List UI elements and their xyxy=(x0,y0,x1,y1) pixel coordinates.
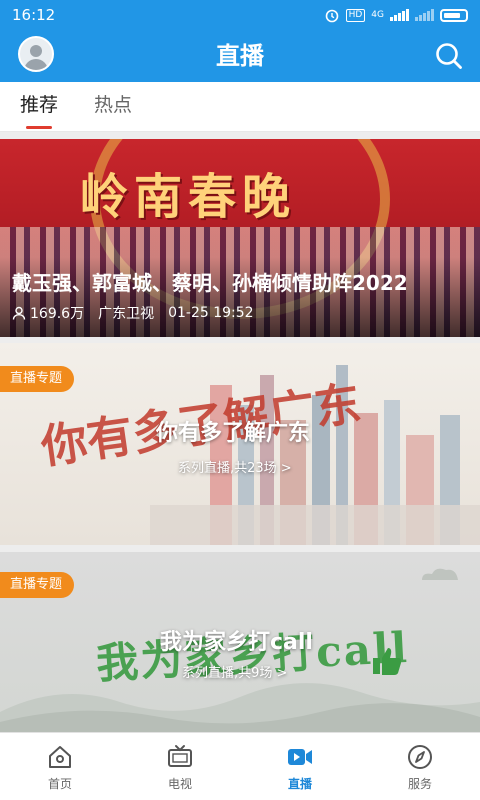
topic-subtitle[interactable]: 系列直播,共23场 > xyxy=(178,457,292,476)
hd-badge: HD xyxy=(345,8,366,22)
status-bar: 16:12 HD 4G xyxy=(0,0,480,30)
nav-home[interactable]: 首页 xyxy=(0,733,120,800)
views-count: 169.6万 xyxy=(12,303,84,323)
page-title: 直播 xyxy=(216,42,264,70)
views-value: 169.6万 xyxy=(30,306,85,322)
topic-card-guangdong[interactable]: 你有多了解广东 直播专题 你有多了解广东 系列直播,共23场 > xyxy=(0,343,480,545)
home-icon xyxy=(49,746,71,768)
video-icon xyxy=(288,749,312,765)
thumbs-up-icon xyxy=(373,648,402,675)
bottom-nav: 首页 电视 直播 服务 xyxy=(0,732,480,800)
user-icon xyxy=(12,306,26,320)
nav-home-label: 首页 xyxy=(47,777,72,791)
cloud-icon xyxy=(422,568,458,580)
topic-card-hometown[interactable]: 我为家乡打call 直播专题 我为家乡打call 系列直播,共9场 > xyxy=(0,552,480,732)
signal-icon xyxy=(390,9,409,21)
nav-live-label: 直播 xyxy=(287,777,312,791)
battery-icon xyxy=(440,8,468,22)
status-icons: HD 4G xyxy=(324,7,468,23)
signal-secondary-icon xyxy=(415,9,434,21)
featured-headline: 戴玉强、郭富城、蔡明、孙楠倾情助阵2022 xyxy=(12,271,408,295)
topic-badge: 直播专题 xyxy=(0,366,75,392)
tab-bar: 推荐 热点 xyxy=(0,82,480,132)
topic-title: 我为家乡打call xyxy=(160,630,313,655)
tab-hot[interactable]: 热点 xyxy=(94,82,132,131)
nav-service-label: 服务 xyxy=(407,777,432,791)
compass-icon xyxy=(408,745,432,769)
topic-title: 你有多了解广东 xyxy=(156,421,311,446)
topic-subtitle[interactable]: 系列直播,共9场 > xyxy=(182,662,287,681)
alarm-icon xyxy=(325,9,338,23)
featured-meta: 169.6万 广东卫视 01-25 19:52 xyxy=(12,303,254,323)
app-header: 直播 xyxy=(0,30,480,82)
event-banner-text: 岭南春晚 xyxy=(80,169,297,225)
air-datetime: 01-25 19:52 xyxy=(168,305,254,321)
channel-name: 广东卫视 xyxy=(98,306,155,322)
tab-recommend[interactable]: 推荐 xyxy=(20,82,58,131)
nav-tv-label: 电视 xyxy=(167,777,192,791)
tv-icon xyxy=(168,745,192,767)
search-icon[interactable] xyxy=(434,41,464,71)
nav-tv[interactable]: 电视 xyxy=(120,733,240,800)
topic-badge: 直播专题 xyxy=(0,572,75,598)
nav-service[interactable]: 服务 xyxy=(360,733,480,800)
featured-live-card[interactable]: 岭南春晚 戴玉强、郭富城、蔡明、孙楠倾情助阵2022 169.6万 广东卫视 0… xyxy=(0,139,480,337)
network-type: 4G xyxy=(371,10,384,20)
status-time: 16:12 xyxy=(12,6,56,24)
nav-live[interactable]: 直播 xyxy=(240,733,360,800)
